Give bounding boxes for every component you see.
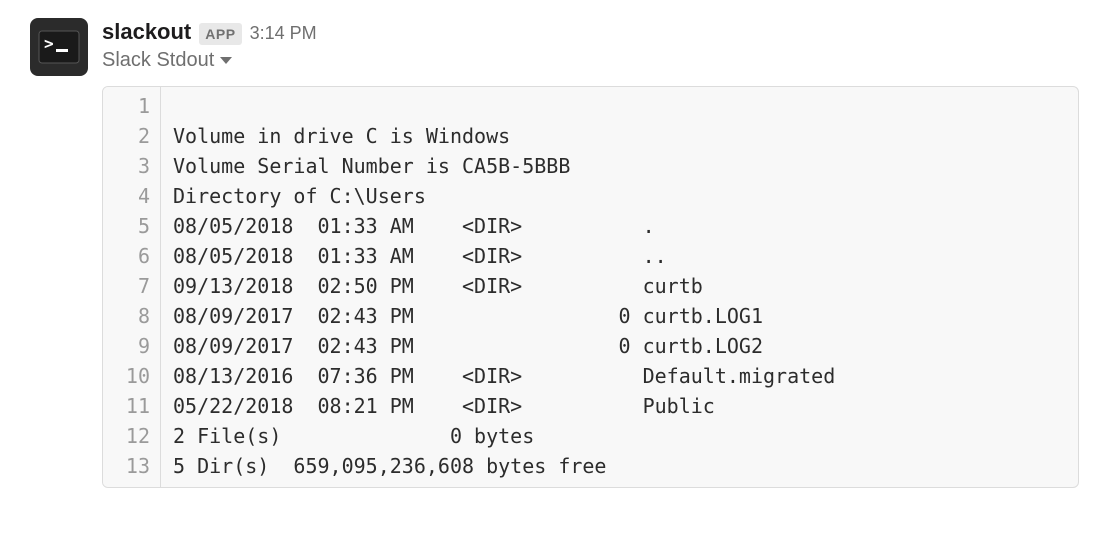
snippet-file-dropdown[interactable]: Slack Stdout — [102, 49, 232, 72]
line-number: 9 — [103, 331, 150, 361]
sender-name[interactable]: slackout — [102, 18, 191, 47]
code-line: 05/22/2018 08:21 PM <DIR> Public — [173, 391, 1066, 421]
line-number: 13 — [103, 451, 150, 481]
code-line: Directory of C:\Users — [173, 181, 1066, 211]
app-badge: APP — [199, 23, 241, 45]
terminal-icon: > — [37, 25, 81, 69]
avatar[interactable]: > — [30, 18, 88, 76]
code-line: 08/13/2016 07:36 PM <DIR> Default.migrat… — [173, 361, 1066, 391]
line-number: 1 — [103, 91, 150, 121]
code-content: Volume in drive C is WindowsVolume Seria… — [161, 87, 1078, 487]
line-number: 12 — [103, 421, 150, 451]
line-number: 2 — [103, 121, 150, 151]
line-number-gutter: 12345678910111213 — [103, 87, 161, 487]
message-row: > slackout APP 3:14 PM Slack Stdout 1234… — [0, 0, 1099, 488]
line-number: 4 — [103, 181, 150, 211]
code-line: 09/13/2018 02:50 PM <DIR> curtb — [173, 271, 1066, 301]
line-number: 11 — [103, 391, 150, 421]
code-line: 5 Dir(s) 659,095,236,608 bytes free — [173, 451, 1066, 481]
code-line: Volume in drive C is Windows — [173, 121, 1066, 151]
line-number: 5 — [103, 211, 150, 241]
snippet-filename: Slack Stdout — [102, 49, 214, 72]
message-body: slackout APP 3:14 PM Slack Stdout 123456… — [102, 18, 1079, 488]
code-line: Volume Serial Number is CA5B-5BBB — [173, 151, 1066, 181]
svg-text:>: > — [44, 34, 54, 53]
line-number: 6 — [103, 241, 150, 271]
message-header: slackout APP 3:14 PM — [102, 18, 1079, 47]
message-timestamp[interactable]: 3:14 PM — [250, 22, 317, 45]
code-snippet[interactable]: 12345678910111213 Volume in drive C is W… — [102, 86, 1079, 488]
chevron-down-icon — [220, 57, 232, 64]
line-number: 3 — [103, 151, 150, 181]
code-line: 2 File(s) 0 bytes — [173, 421, 1066, 451]
code-line: 08/05/2018 01:33 AM <DIR> .. — [173, 241, 1066, 271]
code-line: 08/05/2018 01:33 AM <DIR> . — [173, 211, 1066, 241]
code-line: 08/09/2017 02:43 PM 0 curtb.LOG2 — [173, 331, 1066, 361]
line-number: 10 — [103, 361, 150, 391]
code-line: 08/09/2017 02:43 PM 0 curtb.LOG1 — [173, 301, 1066, 331]
line-number: 8 — [103, 301, 150, 331]
code-line — [173, 91, 1066, 121]
line-number: 7 — [103, 271, 150, 301]
